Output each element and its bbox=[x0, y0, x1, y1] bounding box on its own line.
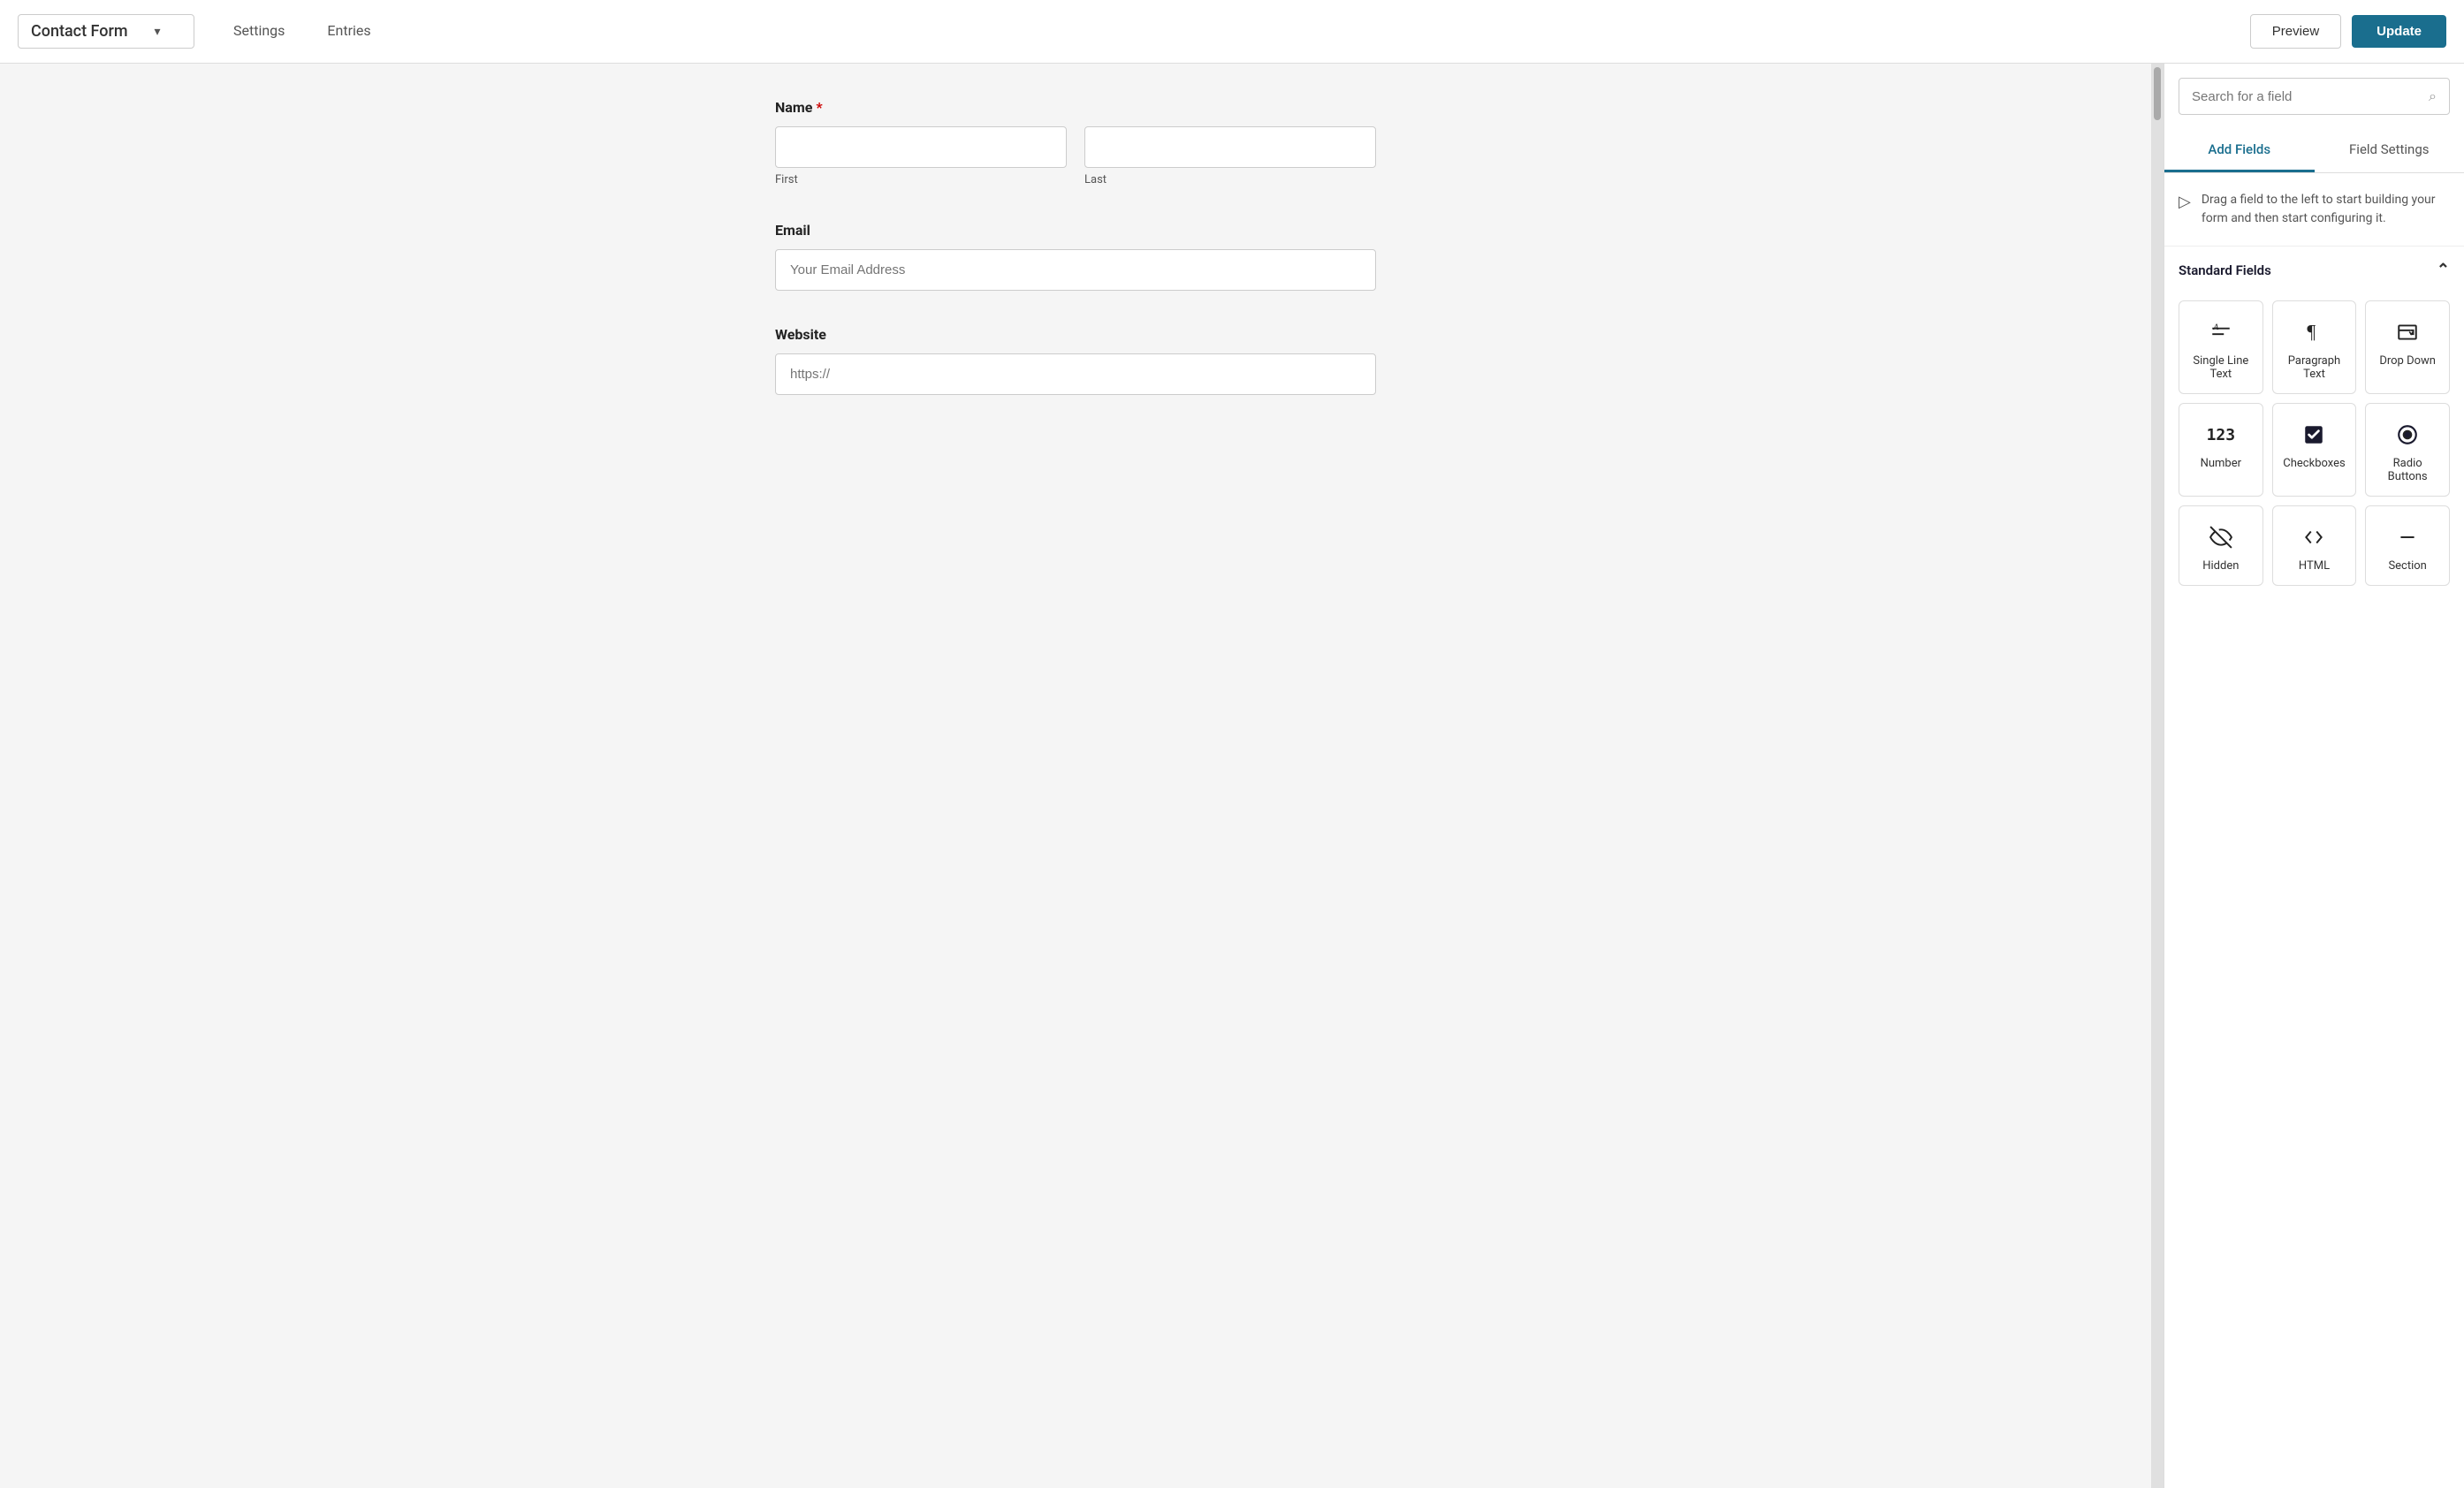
search-input[interactable] bbox=[2192, 89, 2429, 104]
chevron-down-icon: ▾ bbox=[155, 25, 161, 39]
form-title-dropdown[interactable]: Contact Form ▾ bbox=[18, 14, 194, 49]
field-card-label-section: Section bbox=[2388, 559, 2426, 573]
paragraph-text-icon: ¶ bbox=[2302, 319, 2325, 345]
name-last-sublabel: Last bbox=[1084, 173, 1376, 186]
header-actions: Preview Update bbox=[2250, 14, 2446, 49]
radio-buttons-icon bbox=[2396, 421, 2419, 448]
name-first-col: First bbox=[775, 126, 1067, 186]
form-title-label: Contact Form bbox=[31, 22, 128, 41]
field-card-hidden[interactable]: Hidden bbox=[2179, 505, 2263, 586]
panel-tabs: Add Fields Field Settings bbox=[2164, 129, 2464, 173]
hidden-icon bbox=[2209, 524, 2232, 550]
field-card-label-paragraph-text: Paragraph Text bbox=[2282, 354, 2347, 381]
svg-text:¶: ¶ bbox=[2308, 322, 2316, 343]
field-card-html[interactable]: HTML bbox=[2272, 505, 2357, 586]
number-icon: 123 bbox=[2207, 421, 2236, 448]
field-card-label-checkboxes: Checkboxes bbox=[2283, 457, 2345, 470]
field-card-label-drop-down: Drop Down bbox=[2379, 354, 2436, 368]
field-card-paragraph-text[interactable]: ¶ Paragraph Text bbox=[2272, 300, 2357, 394]
scrollbar[interactable] bbox=[2151, 64, 2164, 1488]
field-website: Website bbox=[775, 326, 1376, 395]
form-canvas: Name* First Last Email bbox=[0, 64, 2151, 1488]
section-icon bbox=[2396, 524, 2419, 550]
field-card-section[interactable]: Section bbox=[2365, 505, 2450, 586]
field-card-label-single-line-text: Single Line Text bbox=[2188, 354, 2254, 381]
standard-fields-label: Standard Fields bbox=[2179, 262, 2271, 278]
search-input-wrap: ⌕ bbox=[2179, 78, 2450, 115]
section-header: Standard Fields ⌃ bbox=[2179, 261, 2450, 286]
main-layout: Name* First Last Email bbox=[0, 64, 2464, 1488]
field-card-single-line-text[interactable]: A Single Line Text bbox=[2179, 300, 2263, 394]
field-card-label-html: HTML bbox=[2299, 559, 2330, 573]
name-first-sublabel: First bbox=[775, 173, 1067, 186]
tab-add-fields[interactable]: Add Fields bbox=[2164, 129, 2315, 172]
field-card-label-hidden: Hidden bbox=[2202, 559, 2239, 573]
search-bar: ⌕ bbox=[2164, 64, 2464, 115]
fields-section: Standard Fields ⌃ A Single Line Text bbox=[2164, 247, 2464, 1488]
header: Contact Form ▾ Settings Entries Preview … bbox=[0, 0, 2464, 64]
name-row: First Last bbox=[775, 126, 1376, 186]
svg-text:A: A bbox=[2212, 323, 2218, 332]
section-collapse-icon[interactable]: ⌃ bbox=[2437, 261, 2450, 279]
right-panel: ⌕ Add Fields Field Settings ▷ Drag a fie… bbox=[2164, 64, 2464, 1488]
name-last-col: Last bbox=[1084, 126, 1376, 186]
field-card-label-number: Number bbox=[2201, 457, 2241, 470]
tab-field-settings[interactable]: Field Settings bbox=[2315, 129, 2464, 172]
field-name: Name* First Last bbox=[775, 99, 1376, 186]
name-first-input[interactable] bbox=[775, 126, 1067, 168]
drag-hint: ▷ Drag a field to the left to start buil… bbox=[2164, 173, 2464, 247]
preview-button[interactable]: Preview bbox=[2250, 14, 2341, 49]
required-indicator: * bbox=[816, 99, 822, 116]
scrollbar-thumb bbox=[2154, 67, 2161, 120]
update-button[interactable]: Update bbox=[2352, 15, 2446, 48]
email-input[interactable] bbox=[775, 249, 1376, 291]
field-email: Email bbox=[775, 222, 1376, 291]
field-card-drop-down[interactable]: Drop Down bbox=[2365, 300, 2450, 394]
header-nav: Settings Entries bbox=[212, 0, 392, 64]
search-icon: ⌕ bbox=[2429, 87, 2437, 105]
nav-settings[interactable]: Settings bbox=[212, 0, 306, 64]
cursor-icon: ▷ bbox=[2179, 193, 2191, 211]
single-line-text-icon: A bbox=[2209, 319, 2232, 345]
field-card-label-radio-buttons: Radio Buttons bbox=[2375, 457, 2440, 483]
field-name-label: Name* bbox=[775, 99, 1376, 116]
drop-down-icon bbox=[2396, 319, 2419, 345]
field-card-checkboxes[interactable]: Checkboxes bbox=[2272, 403, 2357, 497]
website-input[interactable] bbox=[775, 353, 1376, 395]
drag-hint-text: Drag a field to the left to start buildi… bbox=[2202, 191, 2450, 228]
name-last-input[interactable] bbox=[1084, 126, 1376, 168]
field-website-label: Website bbox=[775, 326, 1376, 343]
form-inner: Name* First Last Email bbox=[775, 99, 1376, 395]
field-email-label: Email bbox=[775, 222, 1376, 239]
fields-grid: A Single Line Text ¶ Paragraph Text bbox=[2179, 300, 2450, 586]
checkboxes-icon bbox=[2302, 421, 2325, 448]
html-icon bbox=[2302, 524, 2325, 550]
nav-entries[interactable]: Entries bbox=[306, 0, 392, 64]
field-card-radio-buttons[interactable]: Radio Buttons bbox=[2365, 403, 2450, 497]
field-card-number[interactable]: 123 Number bbox=[2179, 403, 2263, 497]
